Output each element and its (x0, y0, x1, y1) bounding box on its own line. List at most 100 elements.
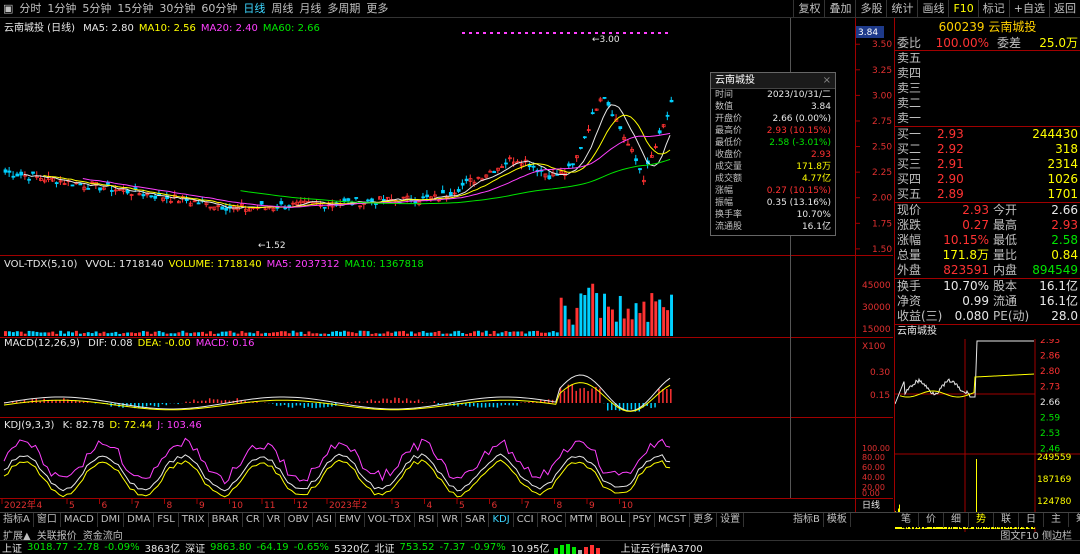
bid-row[interactable]: 买五 2.89 1701 (895, 187, 1080, 202)
volume-bar (141, 330, 145, 336)
indicator-tab-14[interactable]: RSI (415, 513, 439, 527)
cloud-quote-status[interactable]: 上证云行情A3700 (620, 540, 702, 554)
tooltip-value: 0.35 (13.16%) (766, 198, 831, 208)
indicator-tab-7[interactable]: BRAR (209, 513, 243, 527)
toolbar-action-2[interactable]: 多股 (855, 0, 886, 18)
tooltip-titlebar[interactable]: 云南城投 × (711, 73, 835, 89)
indicator-b-tabs: 指标B 模板 (790, 513, 851, 527)
indicator-tab-16[interactable]: SAR (462, 513, 490, 527)
date-tick-label: 2022年 (4, 499, 36, 511)
volume-bar (638, 313, 642, 336)
data-tooltip-window[interactable]: 云南城投 × 时间 2023/10/31/二 数值 3.84 开盘价 2.66 (0.00… (710, 72, 836, 236)
indicator-tab-23[interactable]: MCST (655, 513, 691, 527)
period-tab-3[interactable]: 15分钟 (114, 0, 156, 18)
indicator-tab-20[interactable]: MTM (566, 513, 597, 527)
candle-body (547, 175, 552, 180)
indicator-tab-9[interactable]: VR (264, 513, 285, 527)
macd-bar (208, 398, 211, 403)
indicator-b-tab-1[interactable]: 模板 (824, 513, 851, 527)
indicator-tab-1[interactable]: 窗口 (34, 513, 61, 527)
indicator-tab-8[interactable]: CR (243, 513, 264, 527)
volume-bar (555, 332, 559, 336)
panel-tab-7[interactable]: 筹 (1069, 513, 1080, 527)
period-tab-8[interactable]: 月线 (296, 0, 324, 18)
indicator-tab-0[interactable]: 指标A (0, 513, 34, 527)
indicator-tab-2[interactable]: MACD (61, 513, 98, 527)
toolbar-action-5[interactable]: F10 (948, 0, 977, 18)
intraday-mini-chart[interactable]: 2.932.862.802.732.662.592.532.4624955918… (894, 336, 1080, 532)
indicator-b-tab-0[interactable]: 指标B (790, 513, 824, 527)
indicator-tab-21[interactable]: BOLL (597, 513, 630, 527)
toolbar-action-8[interactable]: 返回 (1049, 0, 1080, 18)
volume-bar (295, 332, 299, 336)
indicator-tab-15[interactable]: WR (438, 513, 463, 527)
toolbar-action-0[interactable]: 复权 (793, 0, 824, 18)
indicator-tab-3[interactable]: DMI (98, 513, 125, 527)
indicator-tab-18[interactable]: CCI (514, 513, 538, 527)
volume-bar (287, 333, 291, 336)
kline-chart-area[interactable]: 3.50 3.25 3.00 2.75 2.50 2.25 2.00 1.75 1.50 3.84… (0, 18, 893, 513)
indicator-tab-24[interactable]: 更多 (690, 513, 718, 527)
period-tab-9[interactable]: 多周期 (324, 0, 363, 18)
volume-bar (303, 333, 307, 336)
panel-tab-5[interactable]: 日 (1019, 513, 1044, 527)
panel-tab-3[interactable]: 势 (969, 513, 994, 527)
event-marker (651, 32, 654, 34)
period-tab-1[interactable]: 1分钟 (44, 0, 79, 18)
kdj-tick-label: 80.00 (862, 453, 885, 462)
bid-row[interactable]: 买一 2.93 244430 (895, 127, 1080, 142)
period-tab-6[interactable]: 日线 (240, 0, 268, 18)
panel-tab-0[interactable]: 笔 (894, 513, 919, 527)
volume-tick-label: 15000 (862, 325, 891, 335)
period-tab-7[interactable]: 周线 (268, 0, 296, 18)
indicator-tab-25[interactable]: 设置 (717, 513, 745, 527)
indicator-tab-13[interactable]: VOL-TDX (365, 513, 416, 527)
toolbar-action-1[interactable]: 叠加 (824, 0, 855, 18)
panel-tab-2[interactable]: 细 (944, 513, 969, 527)
toolbar-action-6[interactable]: 标记 (977, 0, 1009, 18)
period-tab-4[interactable]: 30分钟 (156, 0, 198, 18)
indicator-tab-4[interactable]: DMA (124, 513, 155, 527)
panel-tab-6[interactable]: 主 (1044, 513, 1069, 527)
indicator-tab-6[interactable]: TRIX (179, 513, 209, 527)
tooltip-title: 云南城投 (715, 75, 755, 86)
bid-row[interactable]: 买三 2.91 2314 (895, 157, 1080, 172)
period-tab-2[interactable]: 5分钟 (79, 0, 114, 18)
bid-row[interactable]: 买二 2.92 318 (895, 142, 1080, 157)
volume-bar (220, 331, 224, 336)
indicator-tab-17[interactable]: KDJ (489, 513, 514, 527)
indicator-tab-5[interactable]: FSL (154, 513, 179, 527)
volume-bar (449, 333, 453, 336)
period-tab-0[interactable]: 分时 (16, 0, 44, 18)
date-tick-label: 7 (524, 501, 530, 511)
stat-key: 今开 (993, 203, 1018, 217)
ask-row: 卖一 (895, 111, 1080, 126)
indicator-tab-19[interactable]: ROC (538, 513, 567, 527)
toolbar-action-4[interactable]: 画线 (917, 0, 948, 18)
volume-bar (7, 331, 11, 336)
tooltip-key: 成交量 (715, 162, 743, 172)
indicator-tab-10[interactable]: OBV (285, 513, 313, 527)
period-tab-10[interactable]: 更多 (363, 0, 391, 18)
indicator-tab-22[interactable]: PSY (630, 513, 656, 527)
candle-body (78, 183, 83, 186)
indicator-tab-11[interactable]: ASI (313, 513, 336, 527)
candle-body (657, 130, 662, 134)
tooltip-row: 最高价 2.93 (10.15%) (711, 125, 835, 137)
kdj-legend-item: D: 72.44 (109, 420, 153, 431)
toolbar-action-7[interactable]: +自选 (1008, 0, 1049, 18)
panel-tab-4[interactable]: 联 (994, 513, 1019, 527)
chart-square-icon[interactable]: ▣ (0, 0, 16, 18)
volume-bar (658, 299, 662, 336)
tooltip-key: 收盘价 (715, 150, 743, 160)
volume-bar (228, 330, 232, 336)
macd-bar (31, 398, 34, 403)
price-tick-label: 3.25 (872, 66, 892, 76)
indicator-tab-12[interactable]: EMV (336, 513, 365, 527)
toolbar-action-3[interactable]: 统计 (886, 0, 917, 18)
panel-tab-1[interactable]: 价 (919, 513, 944, 527)
period-tab-5[interactable]: 60分钟 (198, 0, 240, 18)
close-icon[interactable]: × (823, 73, 831, 89)
bid-row[interactable]: 买四 2.90 1026 (895, 172, 1080, 187)
ask-row: 卖五 (895, 51, 1080, 66)
